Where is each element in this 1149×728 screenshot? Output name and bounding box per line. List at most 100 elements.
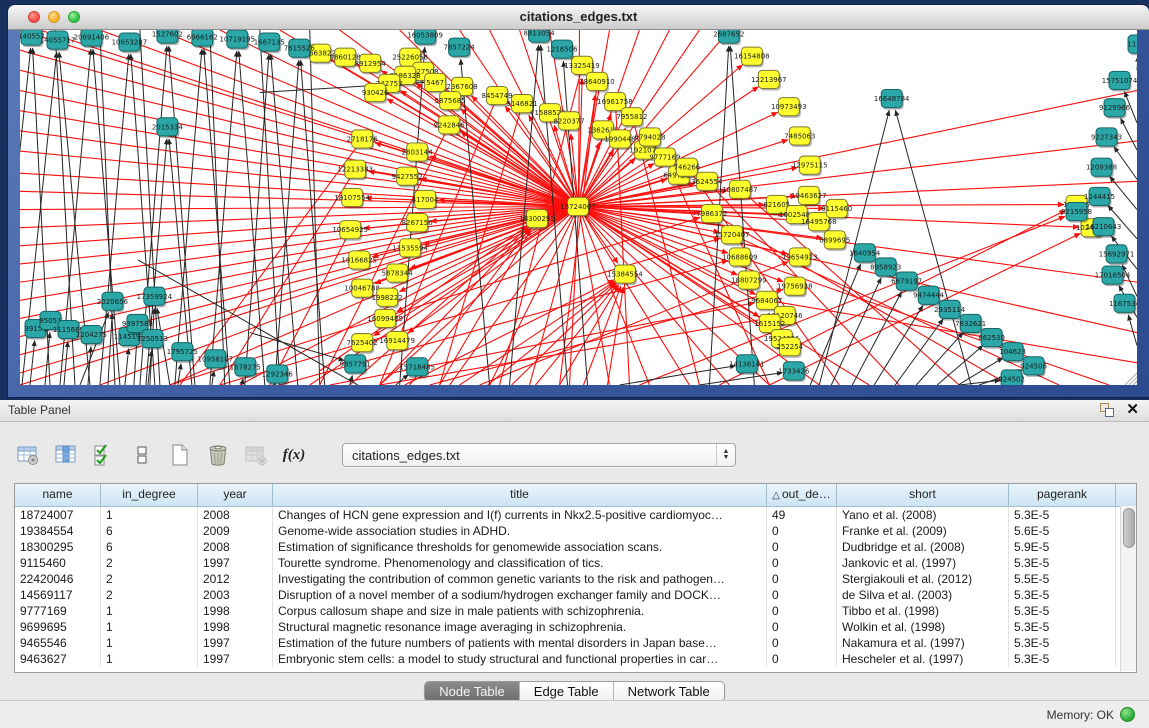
svg-text:821605: 821605: [763, 200, 790, 209]
svg-text:1527602: 1527602: [152, 30, 183, 39]
svg-text:0899695: 0899695: [819, 235, 850, 244]
svg-text:16961758: 16961758: [597, 97, 633, 106]
svg-text:15718485: 15718485: [399, 362, 435, 371]
svg-text:1204275: 1204275: [76, 330, 107, 339]
network-view[interactable]: 2522605898275088186328242753930426546723…: [20, 30, 1137, 385]
column-header-name[interactable]: name: [15, 484, 101, 506]
svg-text:20691406: 20691406: [74, 33, 110, 42]
svg-text:9397588: 9397588: [122, 319, 153, 328]
svg-text:8912954: 8912954: [355, 59, 387, 68]
column-header-year[interactable]: year: [198, 484, 273, 506]
svg-text:1167534: 1167534: [1109, 299, 1137, 308]
column-header-in_degree[interactable]: in_degree: [101, 484, 198, 506]
svg-text:7857224: 7857224: [444, 43, 476, 52]
column-header-out_de[interactable]: △out_de…: [767, 484, 837, 506]
svg-text:16210643: 16210643: [1086, 222, 1122, 231]
network-svg[interactable]: 2522605898275088186328242753930426546723…: [20, 30, 1137, 385]
svg-text:7986372: 7986372: [696, 209, 727, 218]
table-tabs: Node Table Edge Table Network Table: [0, 681, 1149, 702]
svg-text:5878344: 5878344: [382, 269, 414, 278]
float-panel-icon[interactable]: [1099, 402, 1114, 417]
svg-text:3624554: 3624554: [691, 177, 723, 186]
svg-text:16914479: 16914479: [379, 336, 415, 345]
svg-text:9777169: 9777169: [649, 153, 680, 162]
svg-text:16154808: 16154808: [734, 52, 770, 61]
svg-text:930426: 930426: [362, 88, 389, 97]
svg-text:19654923: 19654923: [782, 252, 818, 261]
table-row[interactable]: 946554611997Estimation of the future num…: [15, 635, 1136, 651]
svg-text:1209388: 1209388: [1086, 163, 1117, 172]
column-header-pagerank[interactable]: pagerank: [1009, 484, 1116, 506]
table-row[interactable]: 946362711997Embryonic stem cells: a mode…: [15, 651, 1136, 667]
table-row[interactable]: 969969511998Structural magnetic resonanc…: [15, 619, 1136, 635]
table-row[interactable]: 1872400712008Changes of HCN gene express…: [15, 507, 1136, 523]
tab-edge-table[interactable]: Edge Table: [520, 682, 614, 701]
svg-text:1218506: 1218506: [546, 45, 578, 54]
svg-text:7955812: 7955812: [616, 112, 647, 121]
svg-text:19166825: 19166825: [341, 255, 377, 264]
svg-text:19756928: 19756928: [777, 282, 813, 291]
column-header-title[interactable]: title: [273, 484, 767, 506]
table-row[interactable]: 911546021997Tourette syndrome. Phenomeno…: [15, 555, 1136, 571]
tab-network-table[interactable]: Network Table: [614, 682, 724, 701]
svg-text:7625402: 7625402: [347, 338, 378, 347]
row-select-icon[interactable]: [90, 442, 118, 468]
svg-text:9684067: 9684067: [751, 296, 782, 305]
svg-text:1998222: 1998222: [372, 293, 403, 302]
table-row[interactable]: 1456911722003Disruption of a novel membe…: [15, 587, 1136, 603]
svg-text:10654925: 10654925: [332, 225, 368, 234]
table-row[interactable]: 1830029562008Estimation of significance …: [15, 539, 1136, 555]
table-select-dropdown[interactable]: citations_edges.txt ▲▼: [342, 443, 736, 467]
table-settings-icon[interactable]: [14, 442, 42, 468]
svg-text:1244415: 1244415: [1084, 192, 1115, 201]
close-panel-icon[interactable]: ✕: [1126, 402, 1139, 417]
scrollbar-thumb[interactable]: [1123, 508, 1135, 548]
table-row[interactable]: 1938455462009Genome-wide association stu…: [15, 523, 1136, 539]
table-body: 1872400712008Changes of HCN gene express…: [15, 507, 1136, 672]
svg-text:1678275: 1678275: [230, 362, 261, 371]
window-titlebar[interactable]: citations_edges.txt: [8, 5, 1149, 30]
svg-text:1615152: 1615152: [754, 319, 785, 328]
svg-text:11535594: 11535594: [392, 243, 428, 252]
resize-grip-icon[interactable]: [1125, 373, 1137, 385]
new-file-icon[interactable]: [166, 442, 194, 468]
rows-icon[interactable]: [128, 442, 156, 468]
svg-text:1795725: 1795725: [167, 347, 198, 356]
svg-text:7832621: 7832621: [955, 319, 986, 328]
function-icon[interactable]: f(x): [280, 442, 308, 468]
svg-text:2935114: 2935114: [934, 305, 966, 314]
tab-node-table[interactable]: Node Table: [425, 682, 520, 701]
svg-text:9474444: 9474444: [913, 291, 945, 300]
svg-text:8958923: 8958923: [870, 262, 901, 271]
svg-text:10688609: 10688609: [722, 252, 758, 261]
svg-text:10958107: 10958107: [198, 354, 234, 363]
svg-text:9146821: 9146821: [506, 99, 537, 108]
svg-text:9129966: 9129966: [1099, 103, 1131, 112]
delete-icon[interactable]: [204, 442, 232, 468]
svg-text:25226058: 25226058: [392, 53, 428, 62]
column-visibility-icon[interactable]: [52, 442, 80, 468]
svg-text:1667135: 1667135: [254, 38, 285, 47]
memory-ok-indicator-icon: [1120, 707, 1135, 722]
table-scrollbar[interactable]: [1120, 506, 1136, 671]
svg-text:2718176: 2718176: [347, 134, 379, 143]
column-header-short[interactable]: short: [837, 484, 1009, 506]
svg-text:9242846: 9242846: [434, 120, 466, 129]
svg-text:12213383: 12213383: [337, 165, 373, 174]
svg-text:16648784: 16648784: [874, 94, 910, 103]
table-row[interactable]: 2242004622012Investigating the contribut…: [15, 571, 1136, 587]
svg-text:9427552: 9427552: [392, 172, 423, 181]
svg-text:2803144: 2803144: [402, 148, 434, 157]
dropdown-stepper-icon[interactable]: ▲▼: [716, 444, 735, 466]
svg-text:14055717: 14055717: [40, 36, 76, 45]
svg-text:9115460: 9115460: [821, 204, 852, 213]
table-select-value: citations_edges.txt: [343, 448, 716, 463]
sort-ascending-icon: △: [772, 490, 780, 501]
svg-text:1990448: 1990448: [604, 134, 635, 143]
window-title: citations_edges.txt: [8, 5, 1149, 29]
svg-text:16053809: 16053809: [407, 31, 443, 40]
svg-text:16099489: 16099489: [367, 314, 403, 323]
table-panel: Table Panel ✕ f(x) citations_ed: [0, 400, 1149, 700]
svg-text:19463627: 19463627: [791, 191, 827, 200]
table-row[interactable]: 977716911998Corpus callosum shape and si…: [15, 603, 1136, 619]
